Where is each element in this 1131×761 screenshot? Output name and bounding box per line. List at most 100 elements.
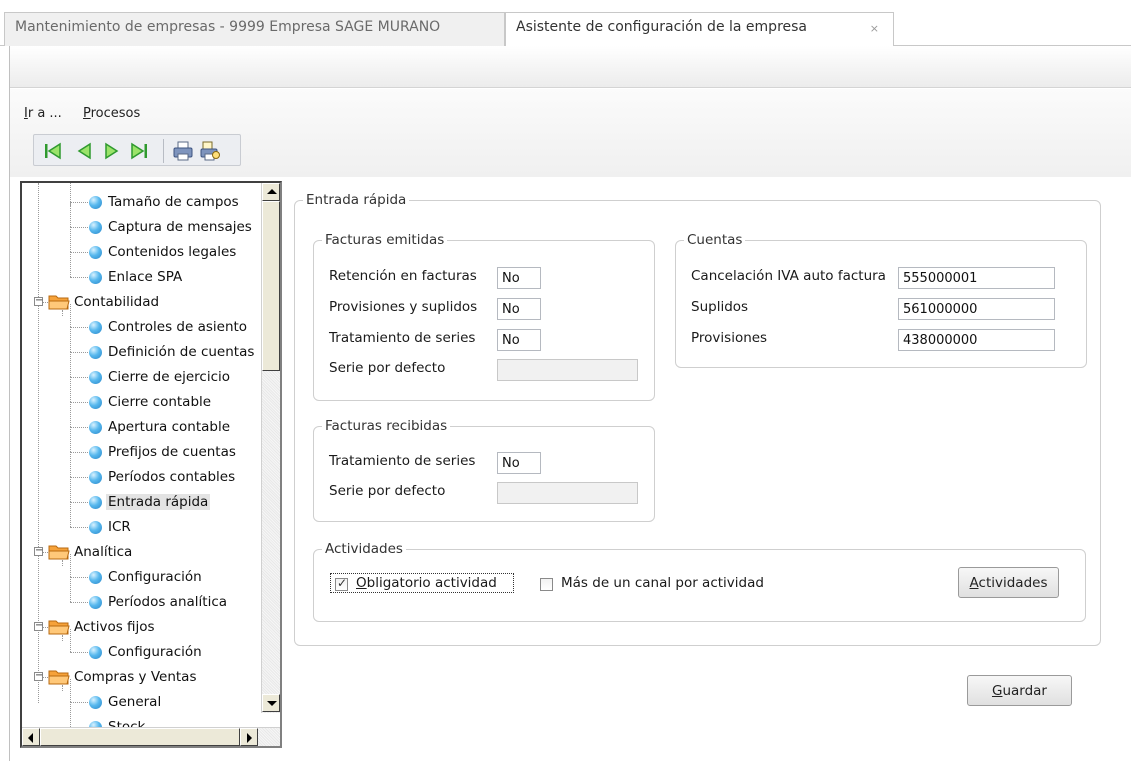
print-icon[interactable]: [172, 140, 194, 162]
bullet-icon: [89, 521, 102, 534]
received-series-treatment-label: Tratamiento de series: [329, 453, 476, 469]
bullet-icon: [89, 421, 102, 434]
tree-leaf-node[interactable]: Apertura contable: [22, 416, 254, 438]
bullet-icon: [89, 446, 102, 459]
group-title: Cuentas: [684, 232, 746, 248]
tree-leaf-node[interactable]: Prefijos de cuentas: [22, 441, 254, 463]
scroll-left-button[interactable]: [22, 728, 40, 746]
tree-leaf-node[interactable]: Cierre de ejercicio: [22, 366, 254, 388]
menu-bar: Ir a ... Procesos: [10, 89, 1131, 177]
tree-leaf-node[interactable]: Entrada rápida: [22, 491, 254, 513]
tree-leaf-node[interactable]: Contenidos legales: [22, 241, 254, 263]
multi-channel-label[interactable]: Más de un canal por actividad: [561, 575, 764, 591]
tree-node-label: Compras y Ventas: [74, 669, 197, 685]
collapse-icon[interactable]: −: [34, 671, 43, 681]
bullet-icon: [89, 221, 102, 234]
tree-folder-node[interactable]: − Contabilidad: [22, 291, 254, 313]
tree-leaf-node[interactable]: Controles de asiento: [22, 316, 254, 338]
menu-processes[interactable]: Procesos: [83, 106, 140, 121]
close-icon[interactable]: ×: [870, 22, 879, 35]
tree-leaf-node[interactable]: Definición de cuentas: [22, 341, 254, 363]
bullet-icon: [89, 346, 102, 359]
tree-leaf-node[interactable]: Enlace SPA: [22, 266, 254, 288]
collapse-icon[interactable]: −: [34, 296, 43, 306]
activities-button[interactable]: Actividades: [958, 567, 1059, 598]
mandatory-activity-label[interactable]: Obligatorio actividad: [356, 575, 497, 591]
tree-leaf-node[interactable]: Configuración: [22, 641, 254, 663]
tree-node-label: Prefijos de cuentas: [108, 444, 236, 460]
withholding-field[interactable]: [497, 267, 541, 289]
tree-folder-node[interactable]: − Analítica: [22, 541, 254, 563]
scroll-up-button[interactable]: [262, 183, 280, 201]
folder-open-icon: [48, 670, 70, 685]
group-title: Actividades: [322, 541, 406, 557]
tab-company-maintenance[interactable]: Mantenimiento de empresas - 9999 Empresa…: [4, 12, 505, 46]
default-series-field: [497, 359, 638, 381]
collapse-icon[interactable]: −: [34, 546, 43, 556]
supplies-label: Suplidos: [691, 299, 749, 315]
tab-label: Asistente de configuración de la empresa: [516, 19, 807, 35]
group-title: Entrada rápida: [303, 192, 410, 208]
tree-node-label: Activos fijos: [74, 619, 155, 635]
tree-node-label: Cierre de ejercicio: [108, 369, 231, 385]
tree-node-label: Definición de cuentas: [108, 344, 255, 360]
bullet-icon: [89, 596, 102, 609]
series-treatment-label: Tratamiento de series: [329, 330, 476, 346]
tab-label: Mantenimiento de empresas - 9999 Empresa…: [15, 19, 441, 35]
received-default-series-label: Serie por defecto: [329, 483, 446, 499]
save-button[interactable]: Guardar: [967, 675, 1072, 706]
vertical-scrollbar[interactable]: [261, 183, 280, 713]
menu-goto[interactable]: Ir a ...: [24, 106, 62, 121]
scroll-right-button[interactable]: [240, 728, 258, 746]
tab-company-setup-wizard[interactable]: Asistente de configuración de la empresa…: [505, 12, 894, 47]
tree-leaf-node[interactable]: Cierre contable: [22, 391, 254, 413]
tree-leaf-node[interactable]: Configuración: [22, 566, 254, 588]
provisions-field[interactable]: [497, 298, 541, 320]
horizontal-scroll-thumb[interactable]: [40, 728, 240, 746]
multi-channel-checkbox[interactable]: [540, 578, 553, 591]
tree-node-label: Tamaño de campos: [108, 194, 239, 210]
tree-folder-node[interactable]: − Compras y Ventas: [22, 666, 254, 688]
mandatory-activity-checkbox[interactable]: ✓: [335, 576, 348, 591]
bullet-icon: [89, 496, 102, 509]
series-treatment-field[interactable]: [497, 329, 541, 351]
tree-node-label: Configuración: [108, 644, 202, 660]
bullet-icon: [89, 396, 102, 409]
tree-node-label: Configuración: [108, 569, 202, 585]
folder-open-icon: [48, 620, 70, 635]
tree-leaf-node[interactable]: Tamaño de campos: [22, 191, 254, 213]
print-preview-icon[interactable]: [199, 140, 221, 162]
first-record-icon[interactable]: [42, 140, 64, 162]
tree-node-label: Períodos analítica: [108, 594, 228, 610]
vat-cancellation-field[interactable]: [898, 267, 1055, 289]
tree-leaf-node[interactable]: General: [22, 691, 254, 713]
tree-node-label: Cierre contable: [108, 394, 212, 410]
collapse-icon[interactable]: −: [34, 621, 43, 631]
received-series-treatment-field[interactable]: [497, 452, 541, 474]
last-record-icon[interactable]: [128, 140, 150, 162]
tree-node-label: Períodos contables: [108, 469, 236, 485]
horizontal-scrollbar[interactable]: [22, 727, 280, 746]
scroll-down-button[interactable]: [262, 694, 280, 712]
tree-leaf-node[interactable]: Períodos analítica: [22, 591, 254, 613]
bullet-icon: [89, 246, 102, 259]
bullet-icon: [89, 371, 102, 384]
tree-node-label: Controles de asiento: [108, 319, 248, 335]
provisions-account-field[interactable]: [898, 329, 1055, 351]
tree-node-label: Contenidos legales: [108, 244, 237, 260]
tree-leaf-node[interactable]: Captura de mensajes: [22, 216, 254, 238]
previous-record-icon[interactable]: [74, 140, 96, 162]
tree-node-label: Analítica: [74, 544, 133, 560]
folder-open-icon: [48, 545, 70, 560]
received-default-series-field: [497, 482, 638, 504]
scroll-thumb[interactable]: [262, 201, 280, 371]
tree-leaf-node[interactable]: ICR: [22, 516, 254, 538]
tree-node-label-selected: Entrada rápida: [106, 494, 211, 510]
bullet-icon: [89, 646, 102, 659]
supplies-field[interactable]: [898, 298, 1055, 320]
tree-folder-node[interactable]: − Activos fijos: [22, 616, 254, 638]
bullet-icon: [89, 471, 102, 484]
next-record-icon[interactable]: [100, 140, 122, 162]
tree-leaf-node[interactable]: Períodos contables: [22, 466, 254, 488]
navigation-toolbar: [33, 134, 241, 166]
